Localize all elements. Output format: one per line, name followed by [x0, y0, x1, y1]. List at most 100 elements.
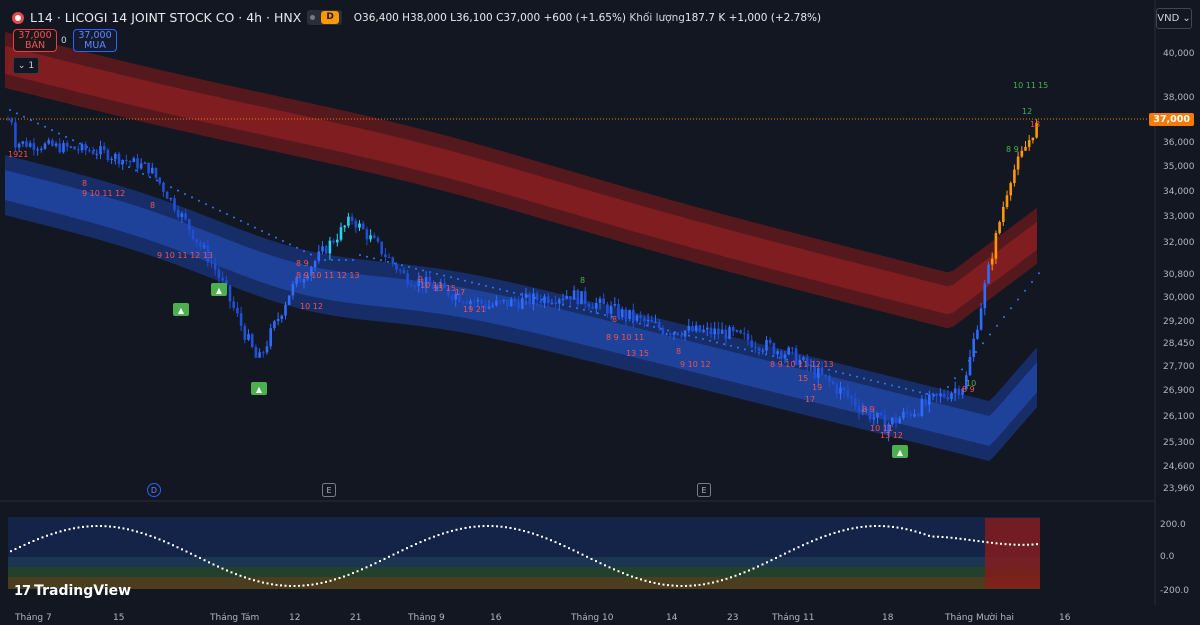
oscillator-point — [334, 578, 336, 581]
oscillator-point — [311, 583, 314, 586]
candle-body — [43, 143, 47, 149]
oscillator-point — [869, 525, 872, 528]
time-tick-label: Tháng 11 — [771, 613, 814, 623]
signal-label: 8 9 — [296, 259, 309, 268]
candle-body — [154, 167, 158, 178]
candle-body — [54, 143, 58, 146]
candle-body — [709, 327, 713, 335]
candle-body — [376, 237, 380, 242]
oscillator-point — [271, 583, 273, 586]
baseline-dot — [667, 329, 669, 332]
candle-body — [757, 347, 761, 352]
oscillator-point — [284, 584, 287, 587]
currency-select[interactable]: VND ⌄ — [1156, 8, 1192, 29]
candle-body — [365, 229, 369, 240]
oscillator-point — [221, 567, 224, 570]
signal-label: 13 — [1030, 120, 1040, 129]
oscillator-point — [82, 525, 84, 528]
volume-change: +1,000 (+2.78%) — [728, 11, 822, 24]
candle-body — [894, 417, 898, 424]
oscillator-point — [509, 526, 512, 529]
indicator-count: 1 — [28, 60, 35, 71]
candle-body — [776, 351, 779, 355]
oscillator-point — [365, 566, 368, 569]
candle-body — [772, 343, 776, 355]
candle-body — [1031, 137, 1035, 141]
oscillator-point — [649, 580, 651, 583]
baseline-dot — [926, 392, 928, 395]
candle-body — [21, 141, 25, 144]
baseline-dot — [464, 279, 466, 282]
candle-body — [780, 351, 783, 359]
baseline-dot — [205, 203, 207, 206]
oscillator-point — [662, 583, 665, 586]
oscillator-point — [1018, 543, 1020, 546]
oscillator-point — [203, 559, 206, 562]
buy-button[interactable]: 37,000 MUA — [73, 29, 117, 52]
price-tick-label: 24,600 — [1163, 462, 1195, 472]
baseline-dot — [604, 314, 606, 317]
candle-body — [979, 308, 983, 330]
oscillator-point — [676, 584, 678, 587]
candle-body — [735, 330, 739, 332]
oscillator-point — [262, 581, 264, 584]
candle-body — [151, 167, 154, 174]
oscillator-point — [374, 562, 377, 565]
candle-body — [51, 140, 54, 146]
oscillator-point — [631, 575, 633, 578]
baseline-dot — [877, 380, 879, 383]
tradingview-logo[interactable]: 𝟭𝟳 TradingView — [14, 583, 131, 599]
candle-body — [713, 328, 716, 335]
time-tick-label: Tháng Tám — [209, 613, 259, 623]
price-tick-label: 25,300 — [1163, 438, 1195, 448]
candle-body — [28, 143, 32, 147]
candle-body — [613, 303, 617, 306]
candle-body — [850, 396, 853, 399]
oscillator-point — [127, 528, 129, 531]
price-tick-label: 26,900 — [1163, 386, 1195, 396]
candle-body — [173, 198, 176, 211]
high-value: H38,000 — [402, 11, 447, 24]
symbol-title[interactable]: L14 · LICOGI 14 JOINT STOCK CO · 4h · HN… — [30, 10, 301, 25]
sell-button[interactable]: 37,000 BÁN — [13, 29, 57, 52]
candle-body — [739, 330, 742, 334]
candle-body — [254, 346, 258, 358]
chart-canvas[interactable]: 192189 10 11 1289 10 11 12 138 910 128 9… — [0, 0, 1200, 625]
d-badge: D — [321, 11, 339, 24]
oscillator-point — [257, 580, 260, 583]
oscillator-point — [1013, 543, 1016, 546]
baseline-dot — [688, 334, 690, 337]
baseline-dot — [737, 346, 739, 349]
candle-body — [902, 411, 905, 419]
oscillator-point — [910, 529, 912, 532]
candle-body — [180, 213, 184, 217]
oscillator-point — [91, 525, 93, 528]
oscillator-point — [95, 525, 98, 528]
candle-body — [358, 223, 361, 228]
ohlc-values: O36,400 H38,000 L36,100 C37,000 +600 (+1… — [354, 12, 821, 24]
oscillator-point — [950, 536, 953, 539]
candle-body — [228, 285, 232, 302]
candle-body — [1005, 195, 1009, 207]
indicators-toggle-button[interactable]: ⌄ 1 — [13, 57, 39, 74]
signal-label: 19 21 — [463, 305, 486, 314]
baseline-dot — [730, 344, 732, 347]
candle-body — [398, 269, 402, 271]
price-tick-label: 27,700 — [1163, 362, 1195, 372]
oscillator-point — [64, 529, 66, 532]
candle-body — [247, 334, 250, 340]
oscillator-point — [275, 583, 278, 586]
candle-body — [498, 300, 502, 302]
candle-body — [746, 333, 750, 341]
oscillator-point — [833, 531, 836, 534]
baseline-dot — [884, 382, 886, 385]
oscillator-point — [329, 579, 332, 582]
oscillator-point — [194, 554, 197, 557]
oscillator-point — [518, 528, 521, 531]
data-status[interactable]: D — [307, 10, 342, 25]
baseline-dot — [723, 343, 725, 346]
oscillator-point — [55, 531, 57, 534]
oscillator-point — [622, 572, 624, 575]
oscillator-point — [743, 571, 746, 574]
baseline-dot — [870, 379, 872, 382]
